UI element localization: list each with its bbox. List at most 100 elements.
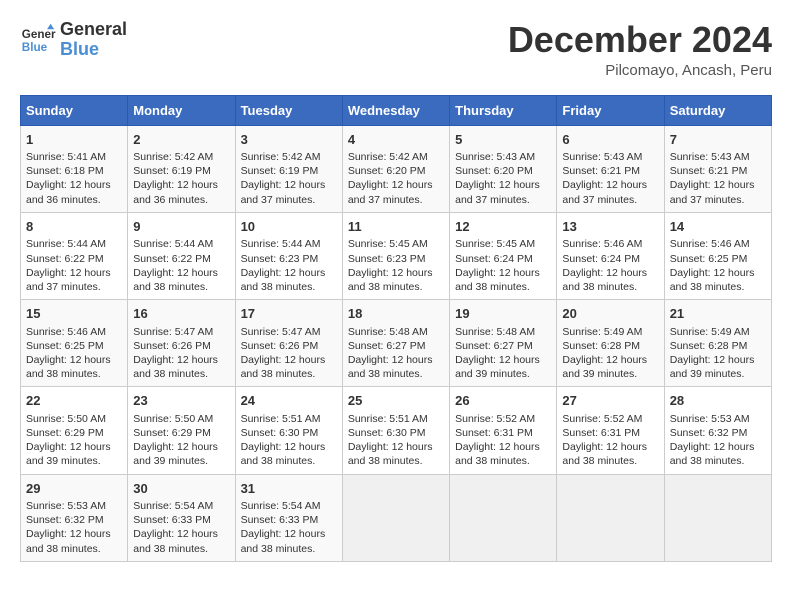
- calendar-cell: 6Sunrise: 5:43 AM Sunset: 6:21 PM Daylig…: [557, 125, 664, 212]
- day-info: Sunrise: 5:53 AM Sunset: 6:32 PM Dayligh…: [670, 412, 766, 469]
- calendar-cell: 10Sunrise: 5:44 AM Sunset: 6:23 PM Dayli…: [235, 212, 342, 299]
- day-number: 13: [562, 218, 658, 236]
- day-info: Sunrise: 5:43 AM Sunset: 6:21 PM Dayligh…: [670, 150, 766, 207]
- calendar-cell: 5Sunrise: 5:43 AM Sunset: 6:20 PM Daylig…: [450, 125, 557, 212]
- calendar-cell: 24 Sunrise: 5:51 AM Sunset: 6:30 PM Dayli…: [235, 387, 342, 474]
- calendar-cell: 1Sunrise: 5:41 AM Sunset: 6:18 PM Daylig…: [21, 125, 128, 212]
- day-number: 28: [670, 392, 766, 410]
- calendar-header: SundayMondayTuesdayWednesdayThursdayFrid…: [21, 95, 772, 125]
- calendar-table: SundayMondayTuesdayWednesdayThursdayFrid…: [20, 95, 772, 562]
- day-number: 3: [241, 131, 337, 149]
- page-header: General Blue General Blue December 2024 …: [20, 20, 772, 79]
- calendar-cell: [664, 474, 771, 561]
- calendar-week-3: 22 Sunrise: 5:50 AM Sunset: 6:29 PM Dayli…: [21, 387, 772, 474]
- logo-line2: Blue: [60, 40, 127, 60]
- header-sunday: Sunday: [21, 95, 128, 125]
- calendar-cell: 31Sunrise: 5:54 AM Sunset: 6:33 PM Dayli…: [235, 474, 342, 561]
- day-info: Sunrise: 5:47 AM Sunset: 6:26 PM Dayligh…: [241, 325, 337, 382]
- day-info: Sunrise: 5:51 AM Sunset: 6:30 PM Dayligh…: [241, 412, 337, 469]
- calendar-cell: 2Sunrise: 5:42 AM Sunset: 6:19 PM Daylig…: [128, 125, 235, 212]
- day-info: Sunrise: 5:43 AM Sunset: 6:20 PM Dayligh…: [455, 150, 551, 207]
- calendar-cell: 8Sunrise: 5:44 AM Sunset: 6:22 PM Daylig…: [21, 212, 128, 299]
- day-number: 6: [562, 131, 658, 149]
- day-info: Sunrise: 5:49 AM Sunset: 6:28 PM Dayligh…: [562, 325, 658, 382]
- day-number: 30: [133, 480, 229, 498]
- calendar-cell: 15 Sunrise: 5:46 AM Sunset: 6:25 PM Dayli…: [21, 300, 128, 387]
- calendar-cell: 23Sunrise: 5:50 AM Sunset: 6:29 PM Dayli…: [128, 387, 235, 474]
- day-info: Sunrise: 5:47 AM Sunset: 6:26 PM Dayligh…: [133, 325, 229, 382]
- day-info: Sunrise: 5:51 AM Sunset: 6:30 PM Dayligh…: [348, 412, 444, 469]
- header-monday: Monday: [128, 95, 235, 125]
- main-title: December 2024: [508, 20, 772, 60]
- calendar-cell: 14Sunrise: 5:46 AM Sunset: 6:25 PM Dayli…: [664, 212, 771, 299]
- calendar-cell: [342, 474, 449, 561]
- calendar-cell: 25 Sunrise: 5:51 AM Sunset: 6:30 PM Dayli…: [342, 387, 449, 474]
- calendar-cell: 19 Sunrise: 5:48 AM Sunset: 6:27 PM Dayli…: [450, 300, 557, 387]
- day-info: Sunrise: 5:48 AM Sunset: 6:27 PM Dayligh…: [348, 325, 444, 382]
- day-info: Sunrise: 5:50 AM Sunset: 6:29 PM Dayligh…: [133, 412, 229, 469]
- day-info: Sunrise: 5:44 AM Sunset: 6:22 PM Dayligh…: [26, 237, 122, 294]
- day-info: Sunrise: 5:46 AM Sunset: 6:25 PM Dayligh…: [26, 325, 122, 382]
- day-number: 26: [455, 392, 551, 410]
- day-number: 7: [670, 131, 766, 149]
- day-info: Sunrise: 5:44 AM Sunset: 6:23 PM Dayligh…: [241, 237, 337, 294]
- header-thursday: Thursday: [450, 95, 557, 125]
- calendar-week-2: 15 Sunrise: 5:46 AM Sunset: 6:25 PM Dayli…: [21, 300, 772, 387]
- day-number: 19: [455, 305, 551, 323]
- day-number: 8: [26, 218, 122, 236]
- day-number: 24: [241, 392, 337, 410]
- day-info: Sunrise: 5:50 AM Sunset: 6:29 PM Dayligh…: [26, 412, 122, 469]
- day-info: Sunrise: 5:48 AM Sunset: 6:27 PM Dayligh…: [455, 325, 551, 382]
- day-number: 22: [26, 392, 122, 410]
- calendar-cell: 30Sunrise: 5:54 AM Sunset: 6:33 PM Dayli…: [128, 474, 235, 561]
- day-info: Sunrise: 5:45 AM Sunset: 6:23 PM Dayligh…: [348, 237, 444, 294]
- day-number: 21: [670, 305, 766, 323]
- calendar-cell: 16 Sunrise: 5:47 AM Sunset: 6:26 PM Dayli…: [128, 300, 235, 387]
- day-number: 14: [670, 218, 766, 236]
- day-info: Sunrise: 5:45 AM Sunset: 6:24 PM Dayligh…: [455, 237, 551, 294]
- day-info: Sunrise: 5:52 AM Sunset: 6:31 PM Dayligh…: [455, 412, 551, 469]
- calendar-cell: 13Sunrise: 5:46 AM Sunset: 6:24 PM Dayli…: [557, 212, 664, 299]
- calendar-cell: 12Sunrise: 5:45 AM Sunset: 6:24 PM Dayli…: [450, 212, 557, 299]
- calendar-cell: 20 Sunrise: 5:49 AM Sunset: 6:28 PM Dayli…: [557, 300, 664, 387]
- calendar-cell: [557, 474, 664, 561]
- subtitle: Pilcomayo, Ancash, Peru: [508, 62, 772, 79]
- header-wednesday: Wednesday: [342, 95, 449, 125]
- calendar-cell: 26 Sunrise: 5:52 AM Sunset: 6:31 PM Dayli…: [450, 387, 557, 474]
- day-info: Sunrise: 5:52 AM Sunset: 6:31 PM Dayligh…: [562, 412, 658, 469]
- day-info: Sunrise: 5:54 AM Sunset: 6:33 PM Dayligh…: [241, 499, 337, 556]
- calendar-cell: [450, 474, 557, 561]
- calendar-week-0: 1Sunrise: 5:41 AM Sunset: 6:18 PM Daylig…: [21, 125, 772, 212]
- day-number: 29: [26, 480, 122, 498]
- header-friday: Friday: [557, 95, 664, 125]
- day-number: 9: [133, 218, 229, 236]
- calendar-cell: 17 Sunrise: 5:47 AM Sunset: 6:26 PM Dayli…: [235, 300, 342, 387]
- header-saturday: Saturday: [664, 95, 771, 125]
- calendar-cell: 27 Sunrise: 5:52 AM Sunset: 6:31 PM Dayli…: [557, 387, 664, 474]
- svg-text:General: General: [22, 28, 56, 41]
- logo: General Blue General Blue: [20, 20, 127, 60]
- day-number: 31: [241, 480, 337, 498]
- logo-text: General Blue: [60, 20, 127, 60]
- logo-icon: General Blue: [20, 22, 56, 58]
- day-number: 2: [133, 131, 229, 149]
- calendar-cell: 9Sunrise: 5:44 AM Sunset: 6:22 PM Daylig…: [128, 212, 235, 299]
- day-number: 17: [241, 305, 337, 323]
- day-number: 10: [241, 218, 337, 236]
- day-number: 16: [133, 305, 229, 323]
- calendar-cell: 4Sunrise: 5:42 AM Sunset: 6:20 PM Daylig…: [342, 125, 449, 212]
- day-number: 12: [455, 218, 551, 236]
- day-number: 20: [562, 305, 658, 323]
- day-number: 27: [562, 392, 658, 410]
- day-info: Sunrise: 5:53 AM Sunset: 6:32 PM Dayligh…: [26, 499, 122, 556]
- calendar-cell: 18Sunrise: 5:48 AM Sunset: 6:27 PM Dayli…: [342, 300, 449, 387]
- day-info: Sunrise: 5:46 AM Sunset: 6:25 PM Dayligh…: [670, 237, 766, 294]
- day-number: 11: [348, 218, 444, 236]
- calendar-cell: 21Sunrise: 5:49 AM Sunset: 6:28 PM Dayli…: [664, 300, 771, 387]
- day-number: 1: [26, 131, 122, 149]
- calendar-cell: 29Sunrise: 5:53 AM Sunset: 6:32 PM Dayli…: [21, 474, 128, 561]
- day-info: Sunrise: 5:42 AM Sunset: 6:19 PM Dayligh…: [133, 150, 229, 207]
- day-number: 25: [348, 392, 444, 410]
- day-number: 15: [26, 305, 122, 323]
- day-info: Sunrise: 5:54 AM Sunset: 6:33 PM Dayligh…: [133, 499, 229, 556]
